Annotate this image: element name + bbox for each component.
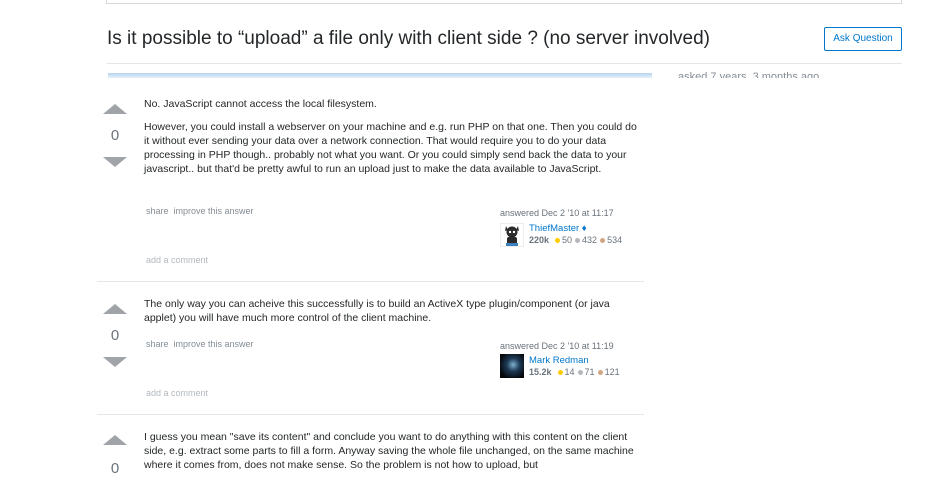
upvote-arrow-icon[interactable] — [103, 104, 127, 114]
downvote-arrow-icon[interactable] — [103, 357, 127, 367]
vote-count: 0 — [110, 127, 120, 144]
post-menu: share improve this answer — [146, 206, 259, 216]
answer-paragraph: I guess you mean "save its content" and … — [144, 431, 634, 471]
vote-count: 0 — [110, 460, 120, 477]
answer-paragraph: However, you could install a webserver o… — [144, 121, 637, 175]
silver-badge-icon — [575, 238, 581, 244]
avatar[interactable] — [500, 354, 524, 378]
gold-badge-icon — [557, 370, 563, 376]
silver-badge-count: 71 — [584, 367, 595, 377]
user-name[interactable]: ThiefMaster ♦ — [529, 223, 587, 234]
answer-body: The only way you can acheive this succes… — [144, 297, 644, 334]
answer: 0 The only way you can acheive this succ… — [97, 292, 644, 415]
gold-badge-count: 14 — [564, 367, 575, 377]
moderator-diamond-icon: ♦ — [581, 223, 587, 234]
answer-paragraph: The only way you can acheive this succes… — [144, 298, 610, 324]
user-stats: 15.2k 14 71 121 — [529, 367, 620, 377]
answer-paragraph: No. JavaScript cannot access the local f… — [144, 98, 377, 110]
upvote-arrow-icon[interactable] — [103, 304, 127, 314]
asked-info: asked 7 years, 3 months ago — [678, 72, 820, 78]
reputation: 220k — [529, 235, 550, 245]
answer-divider — [97, 281, 644, 282]
bronze-badge-icon — [597, 370, 603, 376]
answer: 0 No. JavaScript cannot access the local… — [97, 92, 644, 282]
avatar[interactable] — [500, 223, 524, 247]
ask-question-button[interactable]: Ask Question — [824, 27, 902, 51]
answered-time: answered Dec 2 '10 at 11:17 — [500, 208, 614, 218]
reputation: 15.2k — [529, 367, 552, 377]
question-title[interactable]: Is it possible to “upload” a file only w… — [107, 28, 710, 50]
add-comment-link[interactable]: add a comment — [146, 255, 208, 265]
post-menu: share improve this answer — [146, 339, 259, 349]
silver-badge-icon — [577, 370, 583, 376]
add-comment-link[interactable]: add a comment — [146, 388, 208, 398]
top-border — [106, 0, 902, 4]
user-stats: 220k 50 432 534 — [529, 235, 622, 245]
user-name[interactable]: Mark Redman — [529, 355, 589, 366]
answered-time: answered Dec 2 '10 at 11:19 — [500, 341, 614, 351]
answer: 0 I guess you mean "save its content" an… — [97, 425, 644, 498]
improve-answer-link[interactable]: improve this answer — [174, 339, 254, 349]
bronze-badge-count: 121 — [604, 367, 620, 377]
question-banner-strip — [108, 73, 652, 78]
answer-body: No. JavaScript cannot access the local f… — [144, 97, 644, 185]
downvote-arrow-icon[interactable] — [103, 157, 127, 167]
vote-count: 0 — [110, 327, 120, 344]
header-divider — [107, 63, 902, 64]
gold-badge-icon — [555, 238, 561, 244]
share-link[interactable]: share — [146, 206, 169, 216]
improve-answer-link[interactable]: improve this answer — [174, 206, 254, 216]
silver-badge-count: 432 — [582, 235, 598, 245]
answer-divider — [97, 414, 644, 415]
answer-body: I guess you mean "save its content" and … — [144, 430, 644, 481]
bronze-badge-icon — [600, 238, 606, 244]
gold-badge-count: 50 — [562, 235, 573, 245]
bronze-badge-count: 534 — [607, 235, 623, 245]
share-link[interactable]: share — [146, 339, 169, 349]
upvote-arrow-icon[interactable] — [103, 435, 127, 445]
